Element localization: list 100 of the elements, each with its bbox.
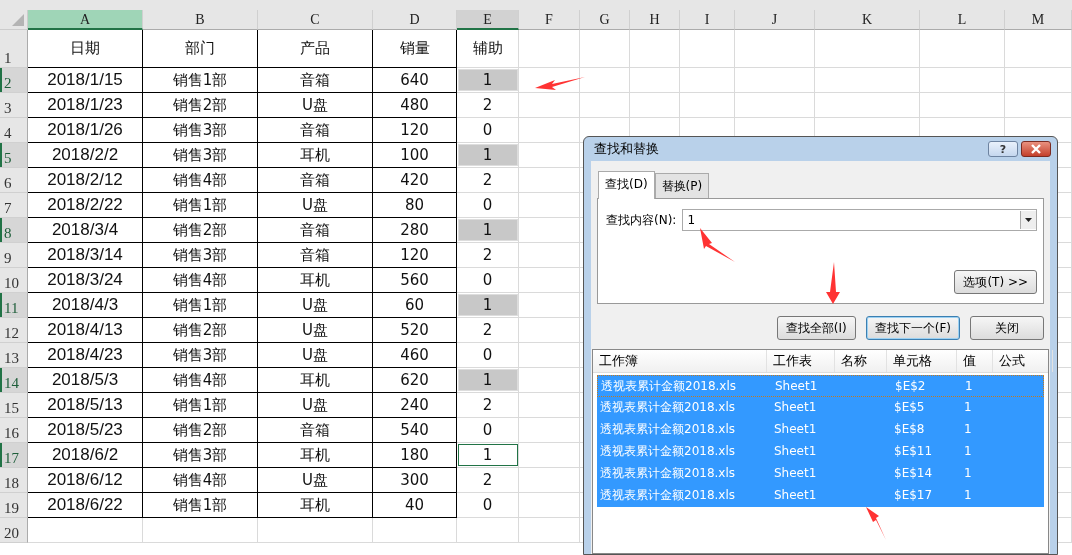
empty-cell	[680, 68, 735, 93]
column-header[interactable]: 单元格	[887, 350, 957, 372]
row-header[interactable]: 12	[0, 318, 28, 343]
empty-cell	[580, 68, 630, 93]
table-cell: $E$17	[894, 488, 933, 502]
tab[interactable]: 替换(P)	[654, 173, 710, 198]
window-title: 查找和替换	[594, 140, 659, 158]
table-cell: 销售4部	[143, 268, 258, 293]
table-cell: 销售4部	[143, 368, 258, 393]
table-cell: 2018/5/23	[28, 418, 143, 443]
row-header[interactable]: 19	[0, 493, 28, 518]
table-cell: 1	[457, 444, 518, 466]
table-cell: 销售3部	[143, 143, 258, 168]
search-field[interactable]: 1	[682, 209, 1037, 231]
table-cell: 640	[373, 68, 457, 93]
table-cell: 销售2部	[143, 418, 258, 443]
column-header[interactable]: J	[735, 10, 815, 30]
column-header[interactable]: C	[258, 10, 373, 30]
table-cell: 销售1部	[143, 293, 258, 318]
table-cell: 音箱	[258, 218, 373, 243]
row-header[interactable]: 4	[0, 118, 28, 143]
arrow	[700, 228, 735, 262]
empty-cell	[630, 30, 680, 68]
row-header[interactable]: 5	[0, 143, 28, 168]
table-cell: 销售2部	[143, 318, 258, 343]
row-header[interactable]: 14	[0, 368, 28, 393]
row-header[interactable]: 1	[0, 30, 28, 68]
row-header[interactable]: 9	[0, 243, 28, 268]
empty-cell	[580, 30, 630, 68]
column-header[interactable]: 公式	[993, 350, 1053, 372]
row-header[interactable]: 8	[0, 218, 28, 243]
table-cell: 1	[457, 294, 518, 316]
table-cell-text: 0	[481, 495, 494, 515]
row-header[interactable]: 15	[0, 393, 28, 418]
table-cell: 2018/3/14	[28, 243, 143, 268]
column-heading: 部门	[143, 30, 258, 68]
table-cell-text: 2	[481, 395, 494, 415]
table-cell: 透视表累计金额2018.xls	[600, 488, 736, 502]
field-label: 查找内容(N):	[606, 211, 677, 229]
row-header[interactable]: 7	[0, 193, 28, 218]
table-cell: 1	[457, 219, 518, 241]
table-cell: Sheet1	[775, 379, 818, 393]
column-header[interactable]: B	[143, 10, 258, 30]
table-cell: 销售3部	[143, 443, 258, 468]
row-header[interactable]: 6	[0, 168, 28, 193]
table-cell: 2018/2/2	[28, 143, 143, 168]
dialog-button[interactable]: 查找下一个(F)	[865, 316, 960, 340]
table-cell-text: 2	[481, 170, 494, 190]
dialog-button[interactable]: 查找全部(I)	[776, 316, 856, 340]
table-cell: 300	[373, 468, 457, 493]
table-cell: $E$5	[894, 400, 925, 414]
table-cell: 240	[373, 393, 457, 418]
row-header[interactable]: 18	[0, 468, 28, 493]
dialog-button[interactable]: 关闭	[970, 316, 1044, 340]
column-header[interactable]: 工作表	[767, 350, 835, 372]
row-header[interactable]: 11	[0, 293, 28, 318]
table-cell: 耳机	[258, 443, 373, 468]
column-header[interactable]: F	[519, 10, 580, 30]
table-cell: Sheet1	[774, 466, 817, 480]
table-cell: $E$14	[894, 466, 933, 480]
row-header[interactable]: 17	[0, 443, 28, 468]
table-cell: Sheet1	[774, 422, 817, 436]
table-cell: 1	[965, 379, 973, 393]
row-header[interactable]: 13	[0, 343, 28, 368]
column-header[interactable]: D	[373, 10, 457, 30]
column-header[interactable]: 名称	[835, 350, 887, 372]
table-cell: 音箱	[258, 168, 373, 193]
column-header[interactable]: L	[920, 10, 1005, 30]
column-header[interactable]: 工作簿	[593, 350, 767, 372]
column-header[interactable]: I	[680, 10, 735, 30]
table-cell: 透视表累计金额2018.xls	[601, 379, 737, 393]
table-cell: $E$8	[894, 422, 925, 436]
column-header[interactable]: K	[815, 10, 920, 30]
column-header[interactable]: E	[457, 10, 519, 30]
column-header[interactable]: M	[1005, 10, 1072, 30]
table-cell: 540	[373, 418, 457, 443]
table-cell-text: 0	[481, 120, 494, 140]
column-header[interactable]: H	[630, 10, 680, 30]
table-cell-text: 0	[481, 345, 494, 365]
row-header[interactable]: 2	[0, 68, 28, 93]
dropdown-button[interactable]	[1020, 211, 1036, 229]
row-header[interactable]: 16	[0, 418, 28, 443]
column-header[interactable]: G	[580, 10, 630, 30]
row-header[interactable]: 3	[0, 93, 28, 118]
table-cell: 1	[964, 444, 972, 458]
table-cell: U盘	[258, 318, 373, 343]
help-button[interactable]: ?	[988, 141, 1018, 157]
row-header[interactable]: 20	[0, 518, 28, 543]
table-cell: 2018/5/3	[28, 368, 143, 393]
row-header[interactable]: 10	[0, 268, 28, 293]
table-cell: 2018/1/15	[28, 68, 143, 93]
table-cell: 耳机	[258, 493, 373, 518]
tab[interactable]: 查找(D)	[598, 171, 655, 199]
table-cell: 耳机	[258, 368, 373, 393]
options-button[interactable]: 选项(T) >>	[954, 270, 1037, 294]
close-button[interactable]	[1021, 141, 1051, 157]
column-header[interactable]: A	[28, 10, 143, 30]
column-header[interactable]: 值	[957, 350, 993, 372]
table-cell: 2018/4/13	[28, 318, 143, 343]
table-cell: Sheet1	[774, 400, 817, 414]
